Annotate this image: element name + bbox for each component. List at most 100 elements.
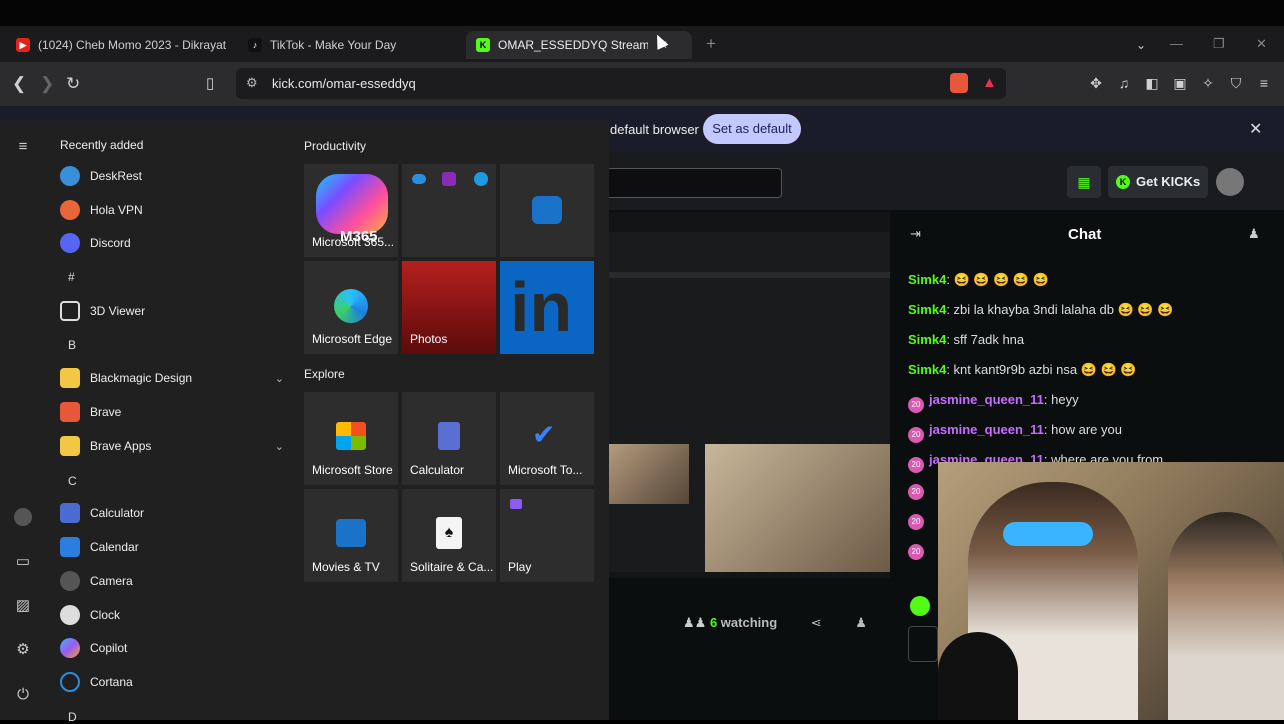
app-item[interactable]: DeskRest xyxy=(60,163,142,189)
chat-text: : knt kant9r9b azbi nsa 😆 😆 😆 xyxy=(946,362,1137,377)
viewers-icon: ♟♟ xyxy=(683,615,707,630)
app-item-folder[interactable]: Brave Apps ⌄ xyxy=(60,433,284,459)
chat-message: Simk4: sff 7adk hna xyxy=(908,332,1024,347)
bookmark-icon[interactable]: ▯ xyxy=(206,74,214,94)
power-icon[interactable]: ⏻ xyxy=(14,686,32,704)
reload-icon[interactable]: ↻ xyxy=(66,74,80,94)
subscriber-badge-icon: 20 xyxy=(908,514,924,530)
back-icon[interactable]: ❮ xyxy=(12,74,26,94)
sidebar-icon[interactable]: ◧ xyxy=(1143,74,1161,92)
close-window-icon[interactable]: ✕ xyxy=(1256,34,1267,54)
chat-username[interactable]: jasmine_queen_11 xyxy=(929,392,1044,407)
app-item[interactable]: Camera xyxy=(60,568,133,594)
tab-youtube[interactable]: ▶ (1024) Cheb Momo 2023 - Dikrayat xyxy=(6,31,230,59)
url-text: kick.com/omar-esseddyq xyxy=(272,76,416,91)
tile-movies-tv[interactable]: Movies & TV xyxy=(304,489,398,582)
tile-photos[interactable]: Photos xyxy=(402,261,496,354)
chat-title: Chat xyxy=(1068,226,1102,243)
calendar-icon xyxy=(60,537,80,557)
pictures-icon[interactable]: ▨ xyxy=(14,596,32,614)
app-item[interactable]: Brave xyxy=(60,399,121,425)
chat-username[interactable]: Simk4 xyxy=(908,362,946,377)
tile-play[interactable]: Play xyxy=(500,489,594,582)
camera-icon xyxy=(60,571,80,591)
new-tab-icon[interactable]: + xyxy=(706,34,716,54)
brave-shields-icon[interactable] xyxy=(950,73,968,93)
goggles-icon xyxy=(1003,522,1093,546)
tab-search-chevron-icon[interactable]: ⌄ xyxy=(1136,35,1146,55)
app-item[interactable]: Hola VPN xyxy=(60,197,143,223)
app-label: Brave xyxy=(90,405,122,419)
hamburger-menu-icon[interactable]: ≡ xyxy=(14,138,32,156)
settings-gear-icon[interactable]: ⚙ xyxy=(14,640,32,658)
tab-title: (1024) Cheb Momo 2023 - Dikrayat xyxy=(38,38,227,52)
share-icon[interactable]: ⋖ xyxy=(811,615,822,630)
app-item[interactable]: Calendar xyxy=(60,534,139,560)
tile-linkedin[interactable]: in xyxy=(500,261,594,354)
app-item-folder[interactable]: Blackmagic Design ⌄ xyxy=(60,365,284,391)
app-item[interactable]: Calculator xyxy=(60,500,144,526)
tile-calculator[interactable]: Calculator xyxy=(402,392,496,485)
wallet-icon[interactable]: ▣ xyxy=(1171,74,1189,92)
minimize-icon[interactable]: — xyxy=(1170,34,1183,54)
chat-username[interactable]: Simk4 xyxy=(908,302,946,317)
tile-microsoft-store[interactable]: Microsoft Store xyxy=(304,392,398,485)
tile-microsoft-365[interactable]: M365 Microsoft 365... xyxy=(304,164,398,257)
menu-icon[interactable]: ≡ xyxy=(1255,74,1273,92)
chat-message: Simk4: 😆 😆 😆 😆 😆 xyxy=(908,272,1049,288)
leo-ai-icon[interactable]: ✧ xyxy=(1199,74,1217,92)
forward-icon[interactable]: ❯ xyxy=(40,74,54,94)
tile-solitaire[interactable]: ♠ Solitaire & Ca... xyxy=(402,489,496,582)
app-label: 3D Viewer xyxy=(90,304,146,318)
section-letter[interactable]: B xyxy=(68,338,76,352)
3d-viewer-icon xyxy=(60,301,80,321)
discord-icon xyxy=(60,233,80,253)
app-item[interactable]: Cortana xyxy=(60,669,133,695)
app-item[interactable]: Clock xyxy=(60,602,120,628)
section-letter[interactable]: C xyxy=(68,474,77,488)
restore-icon[interactable]: ❐ xyxy=(1213,34,1225,54)
chat-username[interactable]: Simk4 xyxy=(908,272,946,287)
chat-input-icon[interactable] xyxy=(908,626,938,662)
onenote-icon xyxy=(442,172,456,186)
avatar[interactable] xyxy=(1216,168,1244,196)
brave-rewards-icon[interactable]: ▲ xyxy=(982,74,997,91)
tile-label: Microsoft To... xyxy=(508,463,583,477)
app-item[interactable]: 3D Viewer xyxy=(60,298,145,324)
chat-users-icon[interactable]: ♟ xyxy=(1248,226,1260,242)
app-item[interactable]: Discord xyxy=(60,230,131,256)
user-avatar-icon[interactable] xyxy=(14,508,32,526)
tile-microsoft-edge[interactable]: Microsoft Edge xyxy=(304,261,398,354)
music-icon[interactable]: ♫ xyxy=(1115,74,1133,92)
chat-username[interactable]: jasmine_queen_11 xyxy=(929,422,1044,437)
chat-message: 20 jasmine_queen_11: heyy xyxy=(908,392,1079,413)
follow-icon[interactable]: ♟ xyxy=(855,615,867,630)
navigation-bar: ❮ ❯ ↻ ▯ ⚙ kick.com/omar-esseddyq ▲ ✥ ♫ ◧… xyxy=(0,62,1284,106)
tiktok-icon: ♪ xyxy=(248,38,262,52)
tile-outlook[interactable] xyxy=(500,164,594,257)
address-bar[interactable]: ⚙ kick.com/omar-esseddyq ▲ xyxy=(236,68,1006,99)
tab-tiktok[interactable]: ♪ TikTok - Make Your Day xyxy=(238,31,458,59)
close-infobar-icon[interactable]: ✕ xyxy=(1249,119,1262,139)
tile-microsoft-todo[interactable]: ✔ Microsoft To... xyxy=(500,392,594,485)
set-as-default-button[interactable]: Set as default xyxy=(703,114,801,144)
calculator-icon xyxy=(60,503,80,523)
tile-label: Microsoft Store xyxy=(312,463,393,477)
gift-icon[interactable]: ▦ xyxy=(1067,166,1101,198)
collapse-chat-icon[interactable]: ⇥ xyxy=(910,226,921,242)
emote-icon[interactable] xyxy=(910,596,930,616)
app-item[interactable]: Copilot xyxy=(60,635,127,661)
site-info-icon[interactable]: ⚙ xyxy=(246,75,258,91)
section-letter[interactable]: D xyxy=(68,710,77,724)
chat-username[interactable]: Simk4 xyxy=(908,332,946,347)
search-input[interactable] xyxy=(600,168,782,198)
chat-text: : zbi la khayba 3ndi lalaha db 😆 😆 😆 xyxy=(946,302,1174,317)
infobar-text: default browser xyxy=(610,122,699,137)
section-letter[interactable]: # xyxy=(68,270,75,284)
vpn-shield-icon[interactable]: ⛉ xyxy=(1227,74,1245,92)
get-kicks-button[interactable]: K Get KICKs xyxy=(1108,166,1208,198)
tile-office-folder[interactable] xyxy=(402,164,496,257)
extensions-icon[interactable]: ✥ xyxy=(1087,74,1105,92)
documents-icon[interactable]: ▭ xyxy=(14,552,32,570)
stream-video[interactable] xyxy=(609,212,890,578)
